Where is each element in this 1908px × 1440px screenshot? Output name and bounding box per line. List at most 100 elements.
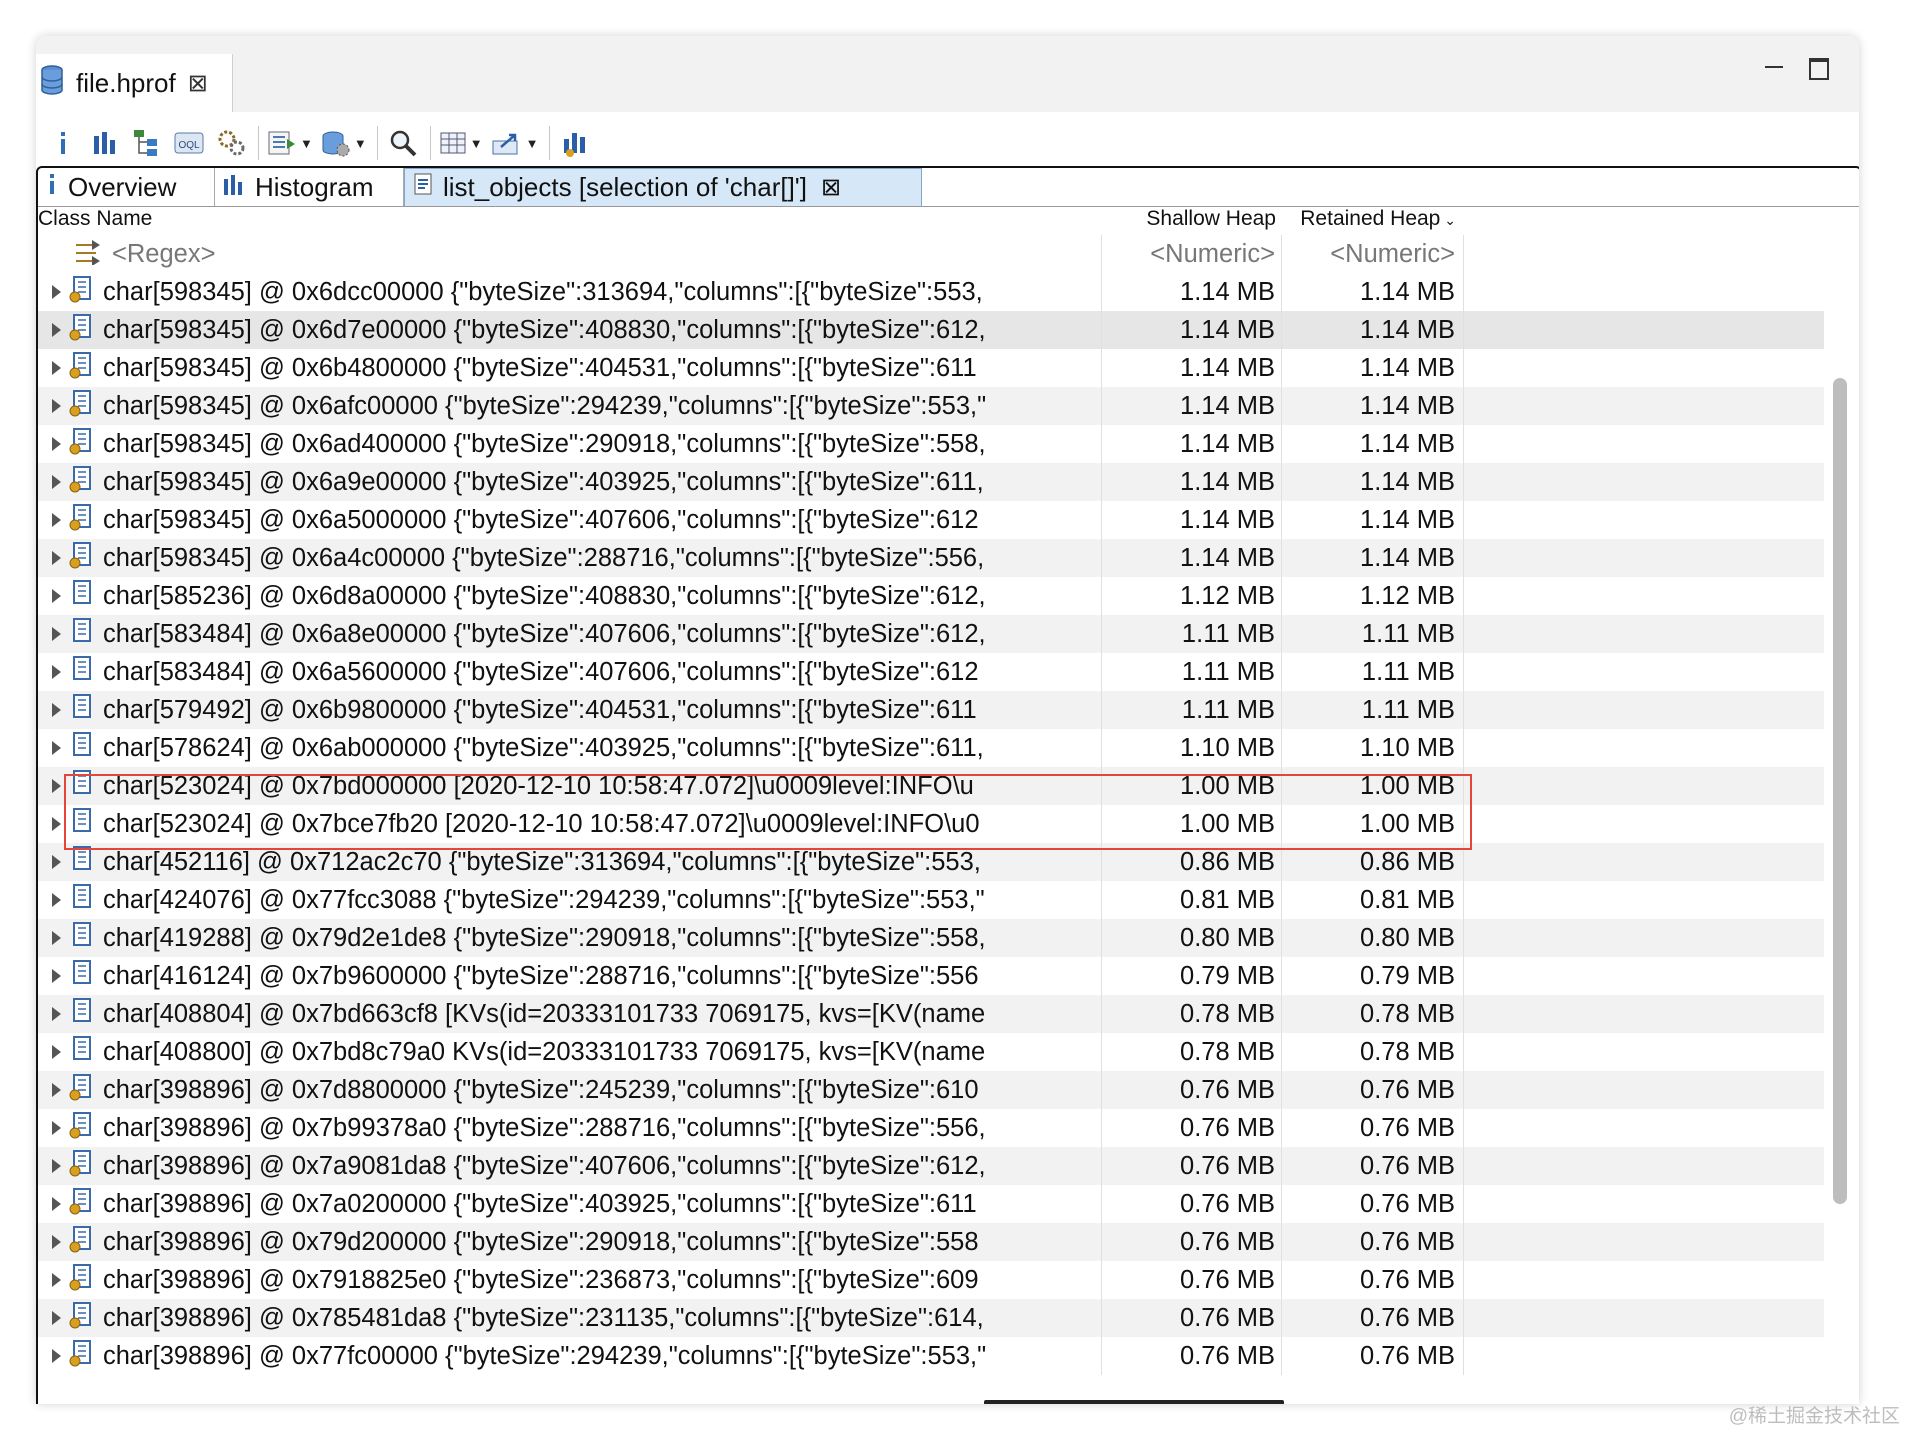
expand-arrow-icon[interactable] [52, 779, 61, 793]
table-row[interactable]: char[579492] @ 0x6b9800000 {"byteSize":4… [38, 691, 1824, 729]
expand-arrow-icon[interactable] [52, 1083, 61, 1097]
expand-arrow-icon[interactable] [52, 1349, 61, 1363]
dominator-tree-button[interactable] [130, 123, 164, 163]
calculate-retained-button[interactable] [558, 123, 592, 163]
column-header-class-name[interactable]: Class Name [38, 207, 1102, 235]
column-header-retained-heap[interactable]: Retained Heap ⌄ [1282, 207, 1464, 235]
expand-arrow-icon[interactable] [52, 1311, 61, 1325]
retained-heap-cell: 1.00 MB [1282, 767, 1464, 805]
thread-overview-button[interactable] [214, 123, 248, 163]
horizontal-scrollbar[interactable] [984, 1400, 1284, 1404]
expand-arrow-icon[interactable] [52, 627, 61, 641]
expand-arrow-icon[interactable] [52, 817, 61, 831]
vertical-scrollbar[interactable] [1833, 378, 1847, 1204]
table-row[interactable]: char[585236] @ 0x6d8a00000 {"byteSize":4… [38, 577, 1824, 615]
export-button[interactable]: ▼ [491, 123, 539, 163]
run-report-button[interactable]: ▼ [267, 123, 313, 163]
editor-tab-file-hprof[interactable]: file.hprof ⊠ [36, 54, 233, 112]
char-array-icon [69, 351, 95, 386]
table-row[interactable]: char[598345] @ 0x6b4800000 {"byteSize":4… [38, 349, 1824, 387]
table-row[interactable]: char[598345] @ 0x6a5000000 {"byteSize":4… [38, 501, 1824, 539]
table-row[interactable]: char[598345] @ 0x6ad400000 {"byteSize":2… [38, 425, 1824, 463]
table-row[interactable]: char[578624] @ 0x6ab000000 {"byteSize":4… [38, 729, 1824, 767]
expand-arrow-icon[interactable] [52, 1045, 61, 1059]
table-row[interactable]: char[598345] @ 0x6a9e00000 {"byteSize":4… [38, 463, 1824, 501]
table-row[interactable]: char[398896] @ 0x77fc00000 {"byteSize":2… [38, 1337, 1824, 1375]
table-row[interactable]: char[523024] @ 0x7bd000000 [2020-12-10 1… [38, 767, 1824, 805]
retained-filter-cell[interactable]: <Numeric> [1282, 235, 1464, 273]
column-header-shallow-heap[interactable]: Shallow Heap [1102, 207, 1282, 235]
expand-arrow-icon[interactable] [52, 589, 61, 603]
expand-arrow-icon[interactable] [52, 855, 61, 869]
table-row[interactable]: char[598345] @ 0x6afc00000 {"byteSize":2… [38, 387, 1824, 425]
table-row[interactable]: char[424076] @ 0x77fcc3088 {"byteSize":2… [38, 881, 1824, 919]
shallow-heap-cell: 0.76 MB [1102, 1185, 1282, 1223]
expand-arrow-icon[interactable] [52, 969, 61, 983]
table-row[interactable]: char[419288] @ 0x79d2e1de8 {"byteSize":2… [38, 919, 1824, 957]
expand-arrow-icon[interactable] [52, 1121, 61, 1135]
maximize-icon[interactable] [1809, 58, 1829, 80]
close-tab-icon[interactable]: ⊠ [188, 69, 208, 98]
table-row[interactable]: char[583484] @ 0x6a8e00000 {"byteSize":4… [38, 615, 1824, 653]
class-name-cell: char[598345] @ 0x6dcc00000 {"byteSize":3… [38, 273, 1102, 311]
table-row[interactable]: char[583484] @ 0x6a5600000 {"byteSize":4… [38, 653, 1824, 691]
expand-arrow-icon[interactable] [52, 741, 61, 755]
expand-arrow-icon[interactable] [52, 1159, 61, 1173]
table-row[interactable]: char[398896] @ 0x785481da8 {"byteSize":2… [38, 1299, 1824, 1337]
table-row[interactable]: char[408804] @ 0x7bd663cf8 [KVs(id=20333… [38, 995, 1824, 1033]
table-row[interactable]: char[452116] @ 0x712ac2c70 {"byteSize":3… [38, 843, 1824, 881]
expand-arrow-icon[interactable] [52, 703, 61, 717]
table-row[interactable]: char[398896] @ 0x7a9081da8 {"byteSize":4… [38, 1147, 1824, 1185]
tab-histogram[interactable]: Histogram [215, 168, 404, 206]
search-button[interactable] [386, 123, 420, 163]
watermark: @稀土掘金技术社区 [1728, 1406, 1900, 1427]
class-name-cell: char[398896] @ 0x7d8800000 {"byteSize":2… [38, 1071, 1102, 1109]
char-array-icon [69, 1339, 95, 1374]
query-browser-button[interactable]: ▼ [321, 123, 367, 163]
expand-arrow-icon[interactable] [52, 513, 61, 527]
expand-arrow-icon[interactable] [52, 931, 61, 945]
table-row[interactable]: char[598345] @ 0x6dcc00000 {"byteSize":3… [38, 273, 1824, 311]
table-row[interactable]: char[398896] @ 0x7a0200000 {"byteSize":4… [38, 1185, 1824, 1223]
class-name-cell: char[408804] @ 0x7bd663cf8 [KVs(id=20333… [38, 995, 1102, 1033]
expand-arrow-icon[interactable] [52, 475, 61, 489]
object-label: char[419288] @ 0x79d2e1de8 {"byteSize":2… [103, 923, 986, 952]
info-button[interactable] [46, 123, 80, 163]
table-icon [440, 132, 466, 154]
table-row[interactable]: char[408800] @ 0x7bd8c79a0 KVs(id=203331… [38, 1033, 1824, 1071]
expand-arrow-icon[interactable] [52, 399, 61, 413]
expand-arrow-icon[interactable] [52, 361, 61, 375]
tab-list-objects[interactable]: list_objects [selection of 'char[]'] ⊠ [404, 168, 922, 206]
table-row[interactable]: char[398896] @ 0x7d8800000 {"byteSize":2… [38, 1071, 1824, 1109]
expand-arrow-icon[interactable] [52, 1235, 61, 1249]
expand-arrow-icon[interactable] [52, 437, 61, 451]
table-row[interactable]: char[398896] @ 0x79d200000 {"byteSize":2… [38, 1223, 1824, 1261]
expand-arrow-icon[interactable] [52, 665, 61, 679]
char-array-icon [69, 845, 95, 880]
table-row[interactable]: char[598345] @ 0x6d7e00000 {"byteSize":4… [38, 311, 1824, 349]
expand-arrow-icon[interactable] [52, 1273, 61, 1287]
group-by-button[interactable]: ▼ [439, 123, 483, 163]
table-row[interactable]: char[416124] @ 0x7b9600000 {"byteSize":2… [38, 957, 1824, 995]
expand-arrow-icon[interactable] [52, 893, 61, 907]
regex-filter-cell[interactable]: <Regex> [38, 235, 1102, 273]
expand-arrow-icon[interactable] [52, 1197, 61, 1211]
table-row[interactable]: char[523024] @ 0x7bce7fb20 [2020-12-10 1… [38, 805, 1824, 843]
table-row[interactable]: char[398896] @ 0x7b99378a0 {"byteSize":2… [38, 1109, 1824, 1147]
expand-arrow-icon[interactable] [52, 285, 61, 299]
oql-button[interactable]: OQL [172, 123, 206, 163]
histogram-button[interactable] [88, 123, 122, 163]
expand-arrow-icon[interactable] [52, 1007, 61, 1021]
close-tab-icon[interactable]: ⊠ [821, 173, 841, 202]
object-label: char[452116] @ 0x712ac2c70 {"byteSize":3… [103, 847, 981, 876]
table-row[interactable]: char[398896] @ 0x7918825e0 {"byteSize":2… [38, 1261, 1824, 1299]
expand-arrow-icon[interactable] [52, 551, 61, 565]
shallow-heap-cell: 0.80 MB [1102, 919, 1282, 957]
retained-heap-cell: 0.76 MB [1282, 1337, 1464, 1375]
table-row[interactable]: char[598345] @ 0x6a4c00000 {"byteSize":2… [38, 539, 1824, 577]
minimize-icon[interactable] [1765, 58, 1783, 76]
class-name-cell: char[583484] @ 0x6a8e00000 {"byteSize":4… [38, 615, 1102, 653]
expand-arrow-icon[interactable] [52, 323, 61, 337]
tab-overview[interactable]: Overview [38, 168, 215, 206]
shallow-filter-cell[interactable]: <Numeric> [1102, 235, 1282, 273]
